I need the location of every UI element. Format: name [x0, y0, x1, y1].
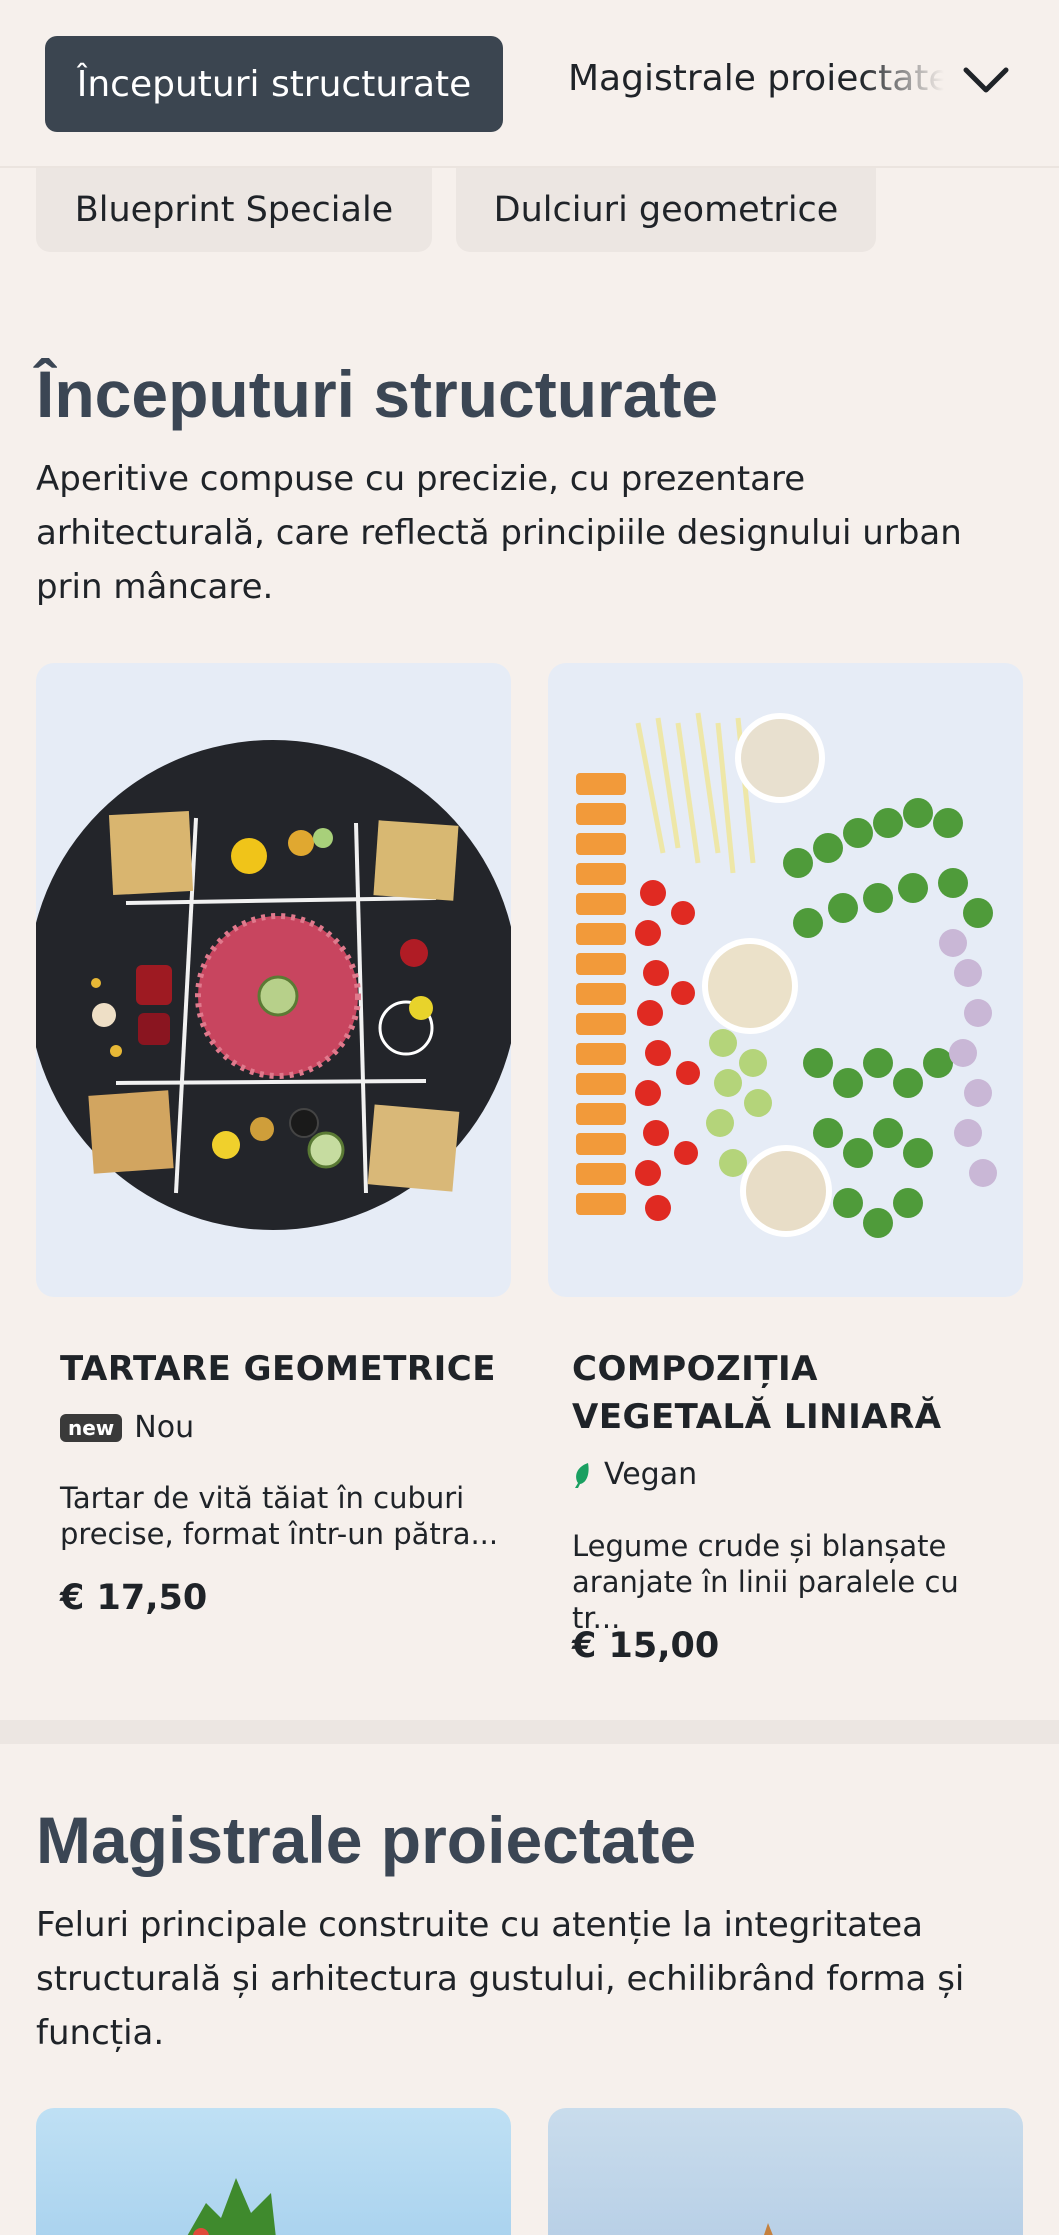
item-price-tartare: € 17,50 [60, 1578, 208, 1618]
main-course-image-2[interactable] [548, 2108, 1023, 2235]
tab-blueprint-speciale[interactable]: Blueprint Speciale [36, 168, 432, 252]
section-description-inceputuri: Aperitive compuse cu precizie, cu prezen… [36, 459, 962, 607]
badge-vegan: Vegan [572, 1457, 697, 1492]
badge-label: Vegan [604, 1457, 698, 1492]
section-divider [0, 1720, 1059, 1744]
vegetable-composition-image[interactable] [548, 663, 1023, 1297]
item-description-compozitia: Legume crude și blanșate aranjate în lin… [572, 1528, 1012, 1636]
description-line: Tartar de vită tăiat în cuburi [60, 1481, 465, 1515]
section-title-inceputuri: Începuturi structurate [36, 357, 719, 431]
tab-inceputuri-structurate[interactable]: Începuturi structurate [45, 36, 503, 132]
chevron-down-icon[interactable] [960, 60, 1012, 100]
section-title-magistrale: Magistrale proiectate [36, 1803, 697, 1877]
new-icon: new [60, 1413, 123, 1442]
description-line: precise, format într-un pătra... [60, 1517, 499, 1551]
badge-label: Nou [134, 1410, 195, 1445]
badge-new: new Nou [60, 1410, 194, 1445]
category-nav: Începuturi structurate Magistrale proiec… [0, 0, 1059, 168]
title-line: COMPOZIȚIA [572, 1349, 818, 1389]
item-title-compozitia[interactable]: COMPOZIȚIA VEGETALĂ LINIARĂ [572, 1345, 942, 1441]
item-price-compozitia: € 15,00 [572, 1626, 720, 1666]
description-line: Legume crude și blanșate [572, 1529, 947, 1563]
item-description-tartare: Tartar de vită tăiat în cuburi precise, … [60, 1480, 500, 1552]
tartare-image[interactable] [36, 663, 511, 1297]
main-course-image-1[interactable] [36, 2108, 511, 2235]
tab-dulciuri-geometrice[interactable]: Dulciuri geometrice [456, 168, 876, 252]
item-title-tartare[interactable]: TARTARE GEOMETRICE [60, 1345, 496, 1393]
leaf-icon [575, 1462, 589, 1488]
section-description-magistrale: Feluri principale construite cu atenție … [36, 1905, 965, 2053]
title-line: VEGETALĂ LINIARĂ [572, 1397, 942, 1437]
